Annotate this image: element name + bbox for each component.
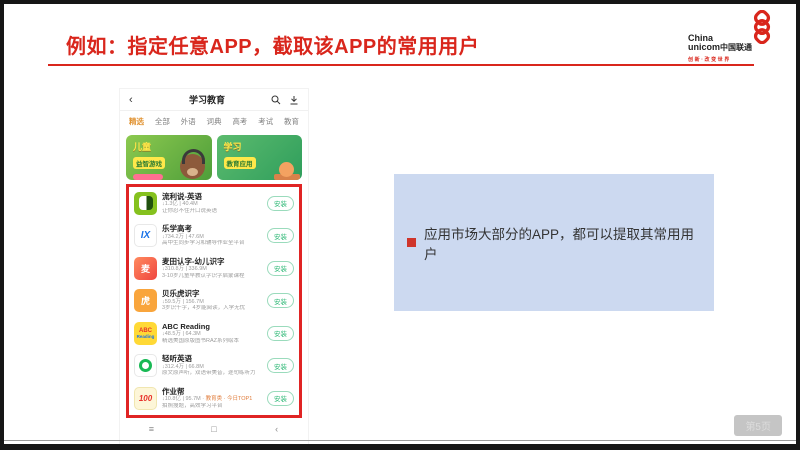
slide: 例如：指定任意APP，截取该APP的常用用户 China unicom中国联通 … <box>0 0 800 450</box>
category-tabs: 精选 全部 外语 词典 高考 考试 教育 <box>120 111 308 132</box>
callout-box: 应用市场大部分的APP，都可以提取其常用用户 <box>394 174 714 311</box>
top-rank-badge: 教育类 · 今日TOP1 <box>206 396 253 402</box>
app-description: 拍照搜题，高效学习平台 <box>162 403 267 410</box>
lexue-app-icon: IX <box>134 224 157 247</box>
install-button[interactable]: 安装 <box>267 293 294 308</box>
tab-gaokao[interactable]: 高考 <box>232 116 247 127</box>
page-title: 例如：指定任意APP，截取该APP的常用用户 <box>66 30 479 59</box>
app-name: 作业帮 <box>162 387 267 396</box>
search-icon[interactable] <box>271 95 281 105</box>
logo-line2: unicom <box>688 42 720 52</box>
tab-foreign-language[interactable]: 外语 <box>181 116 196 127</box>
banner-kids-games[interactable]: 儿童 益智游戏 <box>126 135 212 180</box>
install-button[interactable]: 安装 <box>267 391 294 406</box>
app-description: 让你忍不住开口说英语 <box>162 208 267 215</box>
bottom-divider <box>4 440 796 441</box>
app-row-liulishuo: 流利说-英语 ↓1.3亿 | 40.4M 让你忍不住开口说英语 安装 <box>129 187 299 220</box>
app-stats: ↓48.5万 | 64.3M <box>162 331 267 338</box>
liulishuo-face-icon <box>139 196 153 210</box>
recent-apps-icon[interactable]: ≡ <box>141 424 161 434</box>
app-description: 3岁识千字，4岁能阅读，入学无忧 <box>162 305 267 312</box>
app-name: 乐学高考 <box>162 224 267 233</box>
tab-exam[interactable]: 考试 <box>258 116 273 127</box>
banner-title: 学习 <box>224 140 303 153</box>
app-stats: ↓312.4万 | 66.8M <box>162 364 267 371</box>
page-number-chip[interactable]: 第5页 <box>734 415 782 436</box>
banner-cta-pill <box>133 174 163 180</box>
title-underline <box>48 64 754 66</box>
abc-reading-app-icon: ABC Reading <box>134 322 157 345</box>
highlighted-app-list: 流利说-英语 ↓1.3亿 | 40.4M 让你忍不住开口说英语 安装 IX 乐学… <box>126 184 302 418</box>
banner-subtitle: 益智游戏 <box>133 157 165 169</box>
app-row-lexue-gaokao: IX 乐学高考 ↓734.2万 | 47.6M 高中生同步学习和辅导作业全平台 … <box>129 220 299 253</box>
install-button[interactable]: 安装 <box>267 261 294 276</box>
app-name: ABC Reading <box>162 322 267 331</box>
app-row-maitian: 麦 麦田认字-幼儿识字 ↓310.8万 | 336.9M 3-10岁儿童早教认字… <box>129 252 299 285</box>
install-button[interactable]: 安装 <box>267 228 294 243</box>
install-button[interactable]: 安装 <box>267 326 294 341</box>
zuoyebang-app-icon: 100 <box>134 387 157 410</box>
tab-education[interactable]: 教育 <box>284 116 299 127</box>
app-row-qingting: 轻听英语 ↓312.4万 | 66.8M 原文原声听，双语带美音，逐句练听力 安… <box>129 350 299 383</box>
home-icon[interactable]: □ <box>204 424 224 434</box>
logo-tagline: 创新·改变世界 <box>688 56 731 63</box>
banner-study-apps[interactable]: 学习 教育应用 <box>217 135 303 180</box>
app-stats: ↓734.2万 | 47.6M <box>162 234 267 241</box>
kid-illustration <box>279 162 294 177</box>
logo-line2-cn: 中国联通 <box>720 43 752 52</box>
app-description: 高中生同步学习和辅导作业全平台 <box>162 240 267 247</box>
app-name: 流利说-英语 <box>162 192 267 201</box>
app-store-screenshot: ‹ 学习教育 精选 全部 外语 词典 高考 考试 教育 <box>119 88 309 445</box>
install-button[interactable]: 安装 <box>267 196 294 211</box>
app-description: 3-10岁儿童早教认字识字启蒙课程 <box>162 273 267 280</box>
app-description: 原文原声听，双语带美音，逐句练听力 <box>162 370 267 377</box>
download-manager-icon[interactable] <box>289 95 299 105</box>
category-title: 学习教育 <box>143 93 271 106</box>
tab-featured[interactable]: 精选 <box>129 116 144 127</box>
liulishuo-app-icon <box>134 192 157 215</box>
tab-all[interactable]: 全部 <box>155 116 170 127</box>
banner-row: 儿童 益智游戏 学习 教育应用 <box>120 132 308 180</box>
install-button[interactable]: 安装 <box>267 358 294 373</box>
china-unicom-logo: China unicom中国联通 创新·改变世界 <box>688 10 780 68</box>
reading-icon-text: Reading <box>137 334 155 339</box>
app-row-abc-reading: ABC Reading ABC Reading ↓48.5万 | 64.3M 精… <box>129 317 299 350</box>
app-stats: ↓59.5万 | 156.7M <box>162 299 267 306</box>
app-name: 轻听英语 <box>162 354 267 363</box>
bullet-square-icon <box>407 238 416 247</box>
callout-text: 应用市场大部分的APP，都可以提取其常用用户 <box>424 223 701 263</box>
app-row-beilehu: 虎 贝乐虎识字 ↓59.5万 | 156.7M 3岁识千字，4岁能阅读，入学无忧… <box>129 285 299 318</box>
back-icon[interactable]: ‹ <box>129 94 143 106</box>
app-stats: ↓1.3亿 | 40.4M <box>162 201 267 208</box>
app-description: 精选美国原版图书RAZ系列绘本 <box>162 338 267 345</box>
qingting-app-icon <box>134 354 157 377</box>
logo-wordmark: China unicom中国联通 <box>688 34 752 53</box>
beilehu-app-icon: 虎 <box>134 289 157 312</box>
app-name: 麦田认字-幼儿识字 <box>162 257 267 266</box>
qingting-ring-icon <box>139 359 152 372</box>
nav-back-icon[interactable]: ‹ <box>267 424 287 434</box>
app-stats: ↓10.8亿 | 95.7M · 教育类 · 今日TOP1 <box>162 396 267 403</box>
banner-subtitle: 教育应用 <box>224 157 256 169</box>
app-name: 贝乐虎识字 <box>162 289 267 298</box>
tab-dictionary[interactable]: 词典 <box>206 116 221 127</box>
app-stats: ↓310.8万 | 336.9M <box>162 266 267 273</box>
phone-header: ‹ 学习教育 <box>120 89 308 111</box>
bear-illustration <box>180 154 205 179</box>
android-nav-bar: ≡ □ ‹ <box>120 420 308 438</box>
maitian-app-icon: 麦 <box>134 257 157 280</box>
app-row-zuoyebang: 100 作业帮 ↓10.8亿 | 95.7M · 教育类 · 今日TOP1 拍照… <box>129 382 299 415</box>
